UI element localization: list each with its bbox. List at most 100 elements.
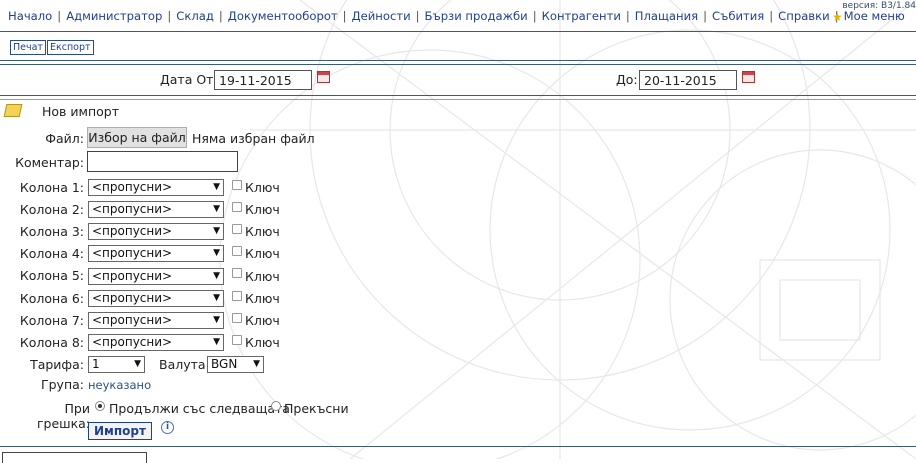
choose-file-button[interactable]: Избор на файл [87, 127, 187, 148]
import-form-title: Нов импорт [42, 104, 119, 119]
chevron-down-icon: ▼ [213, 226, 220, 236]
key-checkbox[interactable] [232, 224, 242, 234]
currency-label: Валута: [159, 357, 210, 372]
date-from-input[interactable]: 19-11-2015 [214, 70, 312, 90]
menu-separator: | [342, 9, 347, 23]
calendar-icon[interactable] [317, 71, 330, 83]
info-icon[interactable]: i [161, 421, 174, 434]
key-label: Ключ [245, 224, 280, 239]
chevron-down-icon: ▼ [253, 359, 260, 369]
column-select[interactable]: <пропусни> ▼ [88, 290, 224, 307]
column-select[interactable]: <пропусни> ▼ [88, 334, 224, 351]
column-label: Колона 5: [19, 268, 84, 283]
menu-item-admin[interactable]: Администратор [66, 9, 162, 23]
key-checkbox[interactable] [232, 335, 242, 345]
key-label: Ключ [245, 313, 280, 328]
column-label: Колона 1: [19, 180, 84, 195]
column-select-value: <пропусни> [92, 224, 173, 238]
file-status: Няма избран файл [192, 131, 315, 146]
column-select[interactable]: <пропусни> ▼ [88, 312, 224, 329]
column-label: Колона 3: [19, 224, 84, 239]
folder-icon [3, 104, 23, 117]
menu-item-reports[interactable]: Справки [778, 9, 830, 23]
group-value-link[interactable]: неуказано [88, 378, 151, 392]
key-checkbox[interactable] [232, 246, 242, 256]
key-checkbox[interactable] [232, 291, 242, 301]
divider [0, 64, 916, 65]
group-label: Група: [41, 377, 84, 392]
chevron-down-icon: ▼ [213, 293, 220, 303]
column-label: Колона 2: [19, 202, 84, 217]
menu-separator: | [415, 9, 420, 23]
key-label: Ключ [245, 180, 280, 195]
import-button[interactable]: Импорт [88, 422, 152, 440]
continue-option-label: Продължи със следващата [109, 401, 290, 416]
key-checkbox[interactable] [232, 268, 242, 278]
divider [0, 95, 916, 96]
star-icon[interactable]: ★ [832, 10, 843, 24]
column-select[interactable]: <пропусни> ▼ [88, 268, 224, 285]
continue-radio[interactable] [95, 401, 105, 411]
key-label: Ключ [245, 269, 280, 284]
file-label: Файл: [45, 131, 84, 146]
column-select[interactable]: <пропусни> ▼ [88, 245, 224, 262]
date-from-label: Дата От: [160, 72, 218, 87]
column-select-value: <пропусни> [92, 246, 173, 260]
menu-item-activities[interactable]: Дейности [352, 9, 411, 23]
menu-item-my-menu[interactable]: Мое меню [844, 9, 905, 23]
column-select[interactable]: <пропусни> ▼ [88, 179, 224, 196]
divider [0, 446, 916, 447]
menu-separator: | [703, 9, 708, 23]
menu-item-home[interactable]: Начало [8, 9, 52, 23]
key-label: Ключ [245, 335, 280, 350]
column-label: Колона 6: [19, 291, 84, 306]
menu-item-events[interactable]: Събития [712, 9, 764, 23]
column-label: Колона 8: [19, 335, 84, 350]
abort-radio[interactable] [271, 401, 281, 411]
comment-input[interactable] [87, 151, 238, 172]
menu-item-documents[interactable]: Документооборот [228, 9, 338, 23]
print-button[interactable]: Печат [10, 40, 46, 55]
on-error-label: При грешка: [36, 401, 90, 431]
date-to-label: До: [616, 72, 638, 87]
column-select-value: <пропусни> [92, 313, 173, 327]
column-select-value: <пропусни> [92, 335, 173, 349]
bottom-panel-edge [2, 452, 147, 463]
divider [0, 99, 916, 100]
column-select[interactable]: <пропусни> ▼ [88, 201, 224, 218]
chevron-down-icon: ▼ [213, 271, 220, 281]
divider [0, 60, 916, 61]
tariff-select-value: 1 [92, 357, 100, 371]
column-select-value: <пропусни> [92, 180, 173, 194]
top-menu: Начало | Администратор | Склад | Документообор… [8, 9, 905, 23]
comment-label: Коментар: [15, 155, 84, 170]
menu-separator: | [167, 9, 172, 23]
chevron-down-icon: ▼ [213, 248, 220, 258]
menu-separator: | [57, 9, 62, 23]
date-to-input[interactable]: 20-11-2015 [639, 70, 737, 90]
currency-select[interactable]: BGN ▼ [207, 356, 264, 373]
menu-separator: | [218, 9, 223, 23]
menu-separator: | [532, 9, 537, 23]
tariff-select[interactable]: 1 ▼ [88, 356, 145, 373]
key-checkbox[interactable] [232, 313, 242, 323]
menu-item-quick-sales[interactable]: Бързи продажби [425, 9, 528, 23]
menu-item-payments[interactable]: Плащания [635, 9, 698, 23]
chevron-down-icon: ▼ [134, 359, 141, 369]
chevron-down-icon: ▼ [213, 204, 220, 214]
calendar-icon[interactable] [742, 71, 755, 83]
key-label: Ключ [245, 202, 280, 217]
chevron-down-icon: ▼ [213, 182, 220, 192]
chevron-down-icon: ▼ [213, 315, 220, 325]
export-button[interactable]: Експорт [47, 40, 94, 55]
column-label: Колона 7: [19, 313, 84, 328]
abort-option-label: Прекъсни [284, 401, 349, 416]
currency-select-value: BGN [211, 357, 238, 371]
menu-item-warehouse[interactable]: Склад [176, 9, 214, 23]
key-checkbox[interactable] [232, 202, 242, 212]
key-label: Ключ [245, 291, 280, 306]
menu-item-contractors[interactable]: Контрагенти [542, 9, 621, 23]
key-checkbox[interactable] [232, 180, 242, 190]
column-select[interactable]: <пропусни> ▼ [88, 223, 224, 240]
menu-separator: | [625, 9, 630, 23]
